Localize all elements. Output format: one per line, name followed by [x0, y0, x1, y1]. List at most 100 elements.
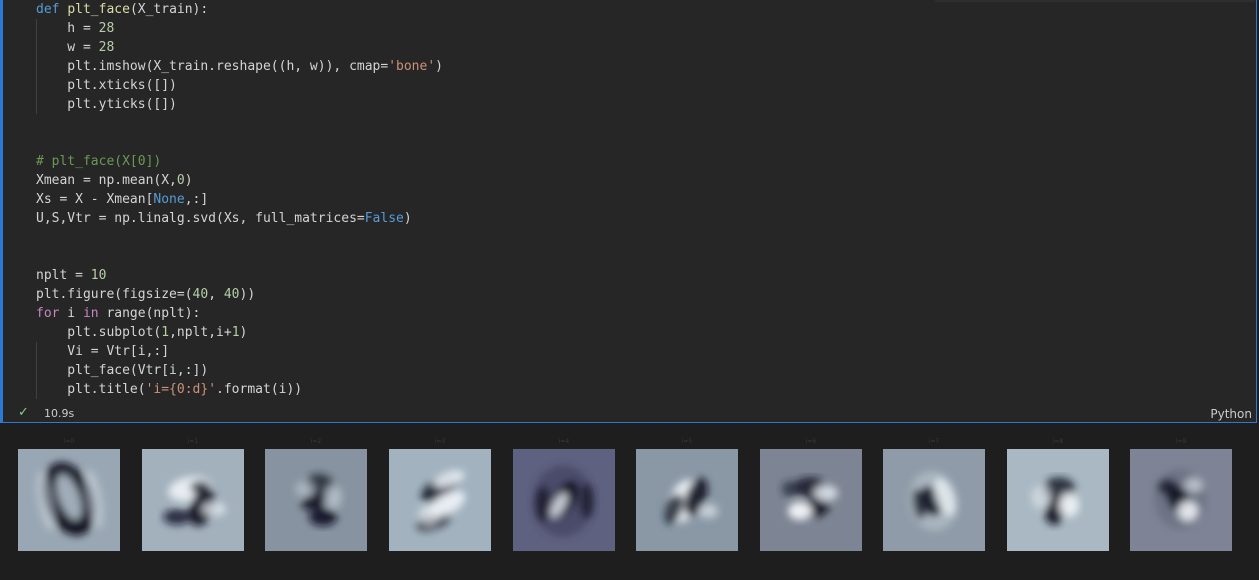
code-token: # plt_face(X[0]) — [36, 154, 162, 169]
image-blob — [309, 508, 337, 526]
eigen-digit-image — [636, 449, 738, 551]
image-blob — [782, 481, 798, 497]
subplot-title: i=9 — [1175, 438, 1187, 445]
code-token: Vi = Vtr[i,:] — [36, 344, 170, 359]
code-line[interactable] — [36, 228, 443, 247]
subplot-title: i=0 — [63, 438, 75, 445]
code-line[interactable]: w = 28 — [36, 38, 443, 57]
code-line[interactable]: plt_face(Vtr[i,:]) — [36, 361, 443, 380]
cell-output: i=0 i=1 i=2 i=3 i=4 i=5 i=6 i=7 i=8 i=9 — [0, 424, 1259, 580]
code-line[interactable]: plt.subplot(1,nplt,i+1) — [36, 323, 443, 342]
code-token: ) — [239, 325, 248, 340]
code-token: plt.yticks([]) — [36, 97, 177, 112]
code-token: 40 — [223, 287, 240, 302]
code-line[interactable]: Xs = X - Xmean[None,:] — [36, 190, 443, 209]
code-line[interactable]: plt.yticks([]) — [36, 95, 443, 114]
subplot-panel: i=8 — [1007, 438, 1109, 551]
code-line[interactable]: plt.title('i={0:d}'.format(i)) — [36, 380, 443, 399]
image-blob — [1178, 501, 1198, 521]
code-line[interactable]: U,S,Vtr = np.linalg.svd(Xs, full_matrice… — [36, 209, 443, 228]
subplot-panel: i=7 — [883, 438, 985, 551]
code-token: plt.xticks([]) — [36, 78, 177, 93]
subplot-title: i=5 — [681, 438, 693, 445]
image-blob — [202, 502, 226, 516]
code-token: in — [82, 306, 99, 321]
subplot-panel: i=3 — [389, 438, 491, 551]
image-blob — [580, 483, 594, 519]
code-line[interactable]: Vi = Vtr[i,:] — [36, 342, 443, 361]
code-token: 28 — [98, 40, 115, 55]
image-blob — [163, 509, 191, 525]
code-line[interactable]: plt.imshow(X_train.reshape((h, w)), cmap… — [36, 57, 443, 76]
code-line[interactable]: Xmean = np.mean(X,0) — [36, 171, 443, 190]
code-token: def — [36, 2, 60, 17]
code-editor[interactable]: def plt_face(X_train): h = 28 w = 28 plt… — [36, 0, 443, 399]
subplot-title: i=4 — [558, 438, 570, 445]
eigen-digit-image — [142, 449, 244, 551]
code-token: U,S,Vtr = np.linalg.svd(Xs, full_matrice… — [36, 211, 365, 226]
image-blob — [1031, 485, 1051, 509]
subplot-title: i=1 — [187, 438, 199, 445]
code-line[interactable] — [36, 133, 443, 152]
code-line[interactable]: # plt_face(X[0]) — [36, 152, 443, 171]
code-line[interactable]: nplt = 10 — [36, 266, 443, 285]
code-cell[interactable]: def plt_face(X_train): h = 28 w = 28 plt… — [0, 0, 1257, 423]
image-blob — [788, 502, 812, 520]
code-token: 0 — [176, 173, 185, 188]
code-token: for — [36, 306, 60, 321]
code-token: h = — [36, 21, 99, 36]
code-token: Xs = X - Xmean[ — [36, 192, 154, 207]
subplot-panel: i=5 — [636, 438, 738, 551]
image-blob — [1059, 493, 1079, 517]
subplot-panel: i=1 — [142, 438, 244, 551]
code-token: 1 — [231, 325, 240, 340]
code-line[interactable]: def plt_face(X_train): — [36, 0, 443, 19]
code-token: ) — [435, 59, 443, 74]
code-token: plt_face(Vtr[i,:]) — [36, 363, 209, 378]
code-token: 10 — [90, 268, 107, 283]
subplot-panel: i=4 — [513, 438, 615, 551]
eigen-digit-image — [1130, 449, 1232, 551]
image-blob — [190, 481, 210, 493]
image-blob — [1185, 478, 1203, 492]
code-token: ,:] — [184, 192, 209, 207]
language-indicator[interactable]: Python — [1210, 407, 1252, 421]
eigen-digit-image — [1007, 449, 1109, 551]
code-line[interactable]: plt.figure(figsize=(40, 40)) — [36, 285, 443, 304]
check-icon: ✓ — [18, 405, 29, 420]
code-token: None — [153, 192, 185, 207]
code-token: 28 — [98, 21, 115, 36]
code-token: w = — [36, 40, 99, 55]
code-line[interactable] — [36, 114, 443, 133]
cell-focus-indicator — [1, 0, 3, 423]
eigen-digit-image — [883, 449, 985, 551]
image-blob — [814, 485, 838, 501]
code-line[interactable]: plt.xticks([]) — [36, 76, 443, 95]
code-token: nplt = — [36, 268, 91, 283]
code-line[interactable]: for i in range(nplt): — [36, 304, 443, 323]
subplot-panel: i=9 — [1130, 438, 1232, 551]
code-token: , — [208, 287, 224, 302]
code-token: .format(i)) — [216, 382, 303, 397]
eigen-digit-image — [389, 449, 491, 551]
code-token: plt_face — [67, 2, 130, 17]
code-token: 40 — [192, 287, 209, 302]
eigen-digit-image — [18, 449, 120, 551]
code-token: 'bone' — [388, 59, 436, 74]
code-line[interactable] — [36, 247, 443, 266]
code-token: plt.subplot( — [36, 325, 162, 340]
code-token: (X_train): — [129, 2, 209, 17]
eigen-digit-image — [513, 449, 615, 551]
code-token: )) — [239, 287, 256, 302]
execution-time: 10.9s — [44, 407, 75, 420]
eigen-digit-image — [760, 449, 862, 551]
subplot-title: i=6 — [805, 438, 817, 445]
subplot-title: i=2 — [310, 438, 322, 445]
code-token: 'i={0:d}' — [145, 382, 217, 397]
subplot-panel: i=6 — [760, 438, 862, 551]
code-line[interactable]: h = 28 — [36, 19, 443, 38]
code-token: i — [59, 306, 83, 321]
subplot-panel: i=2 — [265, 438, 367, 551]
image-blob — [535, 486, 551, 522]
subplot-title: i=7 — [928, 438, 940, 445]
